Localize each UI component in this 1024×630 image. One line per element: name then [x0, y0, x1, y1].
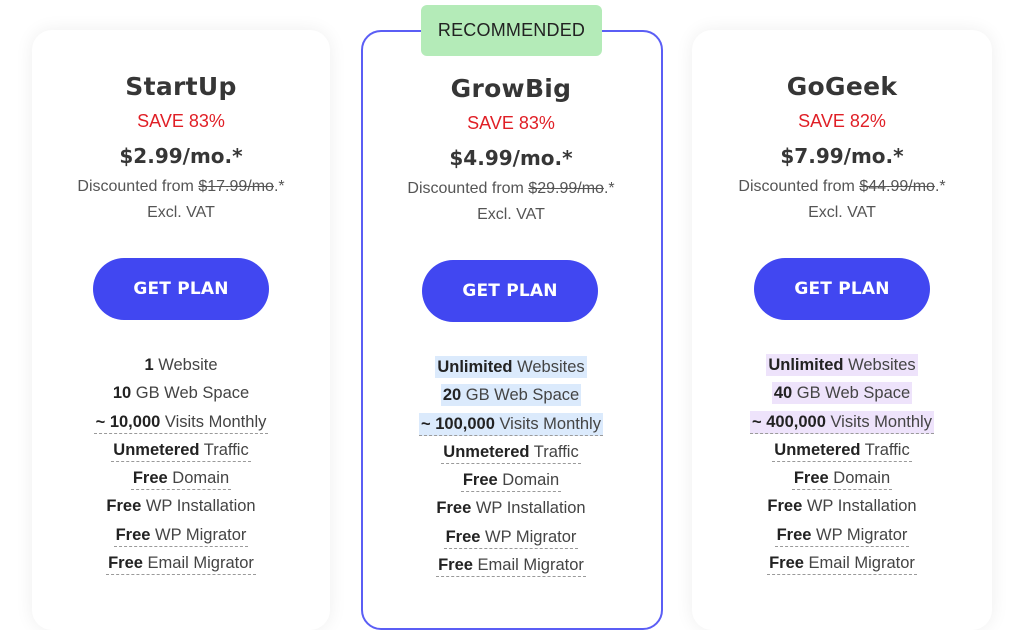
save-label: SAVE 83%: [467, 113, 555, 133]
plan-card-startup: StartUp SAVE 83% $2.99/mo.* Discounted f…: [32, 30, 330, 630]
feature-item: Unlimited Websites: [766, 354, 918, 376]
save-label: SAVE 82%: [798, 111, 886, 131]
recommended-badge: RECOMMENDED: [421, 5, 602, 56]
feature-item[interactable]: ~ 400,000 Visits Monthly: [692, 410, 992, 438]
vat-note: Excl. VAT: [477, 206, 545, 223]
feature-item: Free WP Installation: [106, 497, 256, 516]
discount-prefix: Discounted from: [738, 178, 860, 195]
feature-item[interactable]: Free Domain: [361, 468, 661, 496]
discount-suffix: .*: [934, 178, 946, 195]
get-plan-button-startup[interactable]: GET PLAN: [93, 258, 269, 320]
feature-list: Unlimited Websites 40 GB Web Space ~ 400…: [692, 353, 992, 579]
feature-item[interactable]: Free Domain: [692, 466, 992, 494]
feature-item[interactable]: Free WP Migrator: [32, 523, 330, 551]
original-price: $17.99/mo: [198, 178, 274, 195]
save-label: SAVE 83%: [137, 111, 225, 131]
feature-item[interactable]: Unmetered Traffic: [361, 440, 661, 468]
get-plan-button-growbig[interactable]: GET PLAN: [422, 260, 598, 322]
feature-item[interactable]: Free WP Migrator: [361, 525, 661, 553]
feature-item: 10 GB Web Space: [112, 384, 250, 403]
plan-price: $4.99/mo.*: [449, 146, 573, 170]
feature-item: Free WP Installation: [767, 497, 917, 516]
feature-item[interactable]: Unmetered Traffic: [32, 438, 330, 466]
plan-price: $2.99/mo.*: [119, 144, 243, 168]
plan-name: GrowBig: [450, 74, 572, 103]
plan-card-growbig: GrowBig SAVE 83% $4.99/mo.* Discounted f…: [361, 30, 663, 630]
feature-item: 1 Website: [144, 356, 218, 374]
feature-item[interactable]: Free Email Migrator: [32, 551, 330, 579]
feature-list: 1 Website 10 GB Web Space ~ 10,000 Visit…: [32, 353, 330, 579]
plan-name: StartUp: [125, 72, 237, 101]
feature-item[interactable]: Unmetered Traffic: [692, 438, 992, 466]
feature-item[interactable]: Free Domain: [32, 466, 330, 494]
feature-item[interactable]: ~ 10,000 Visits Monthly: [32, 410, 330, 438]
feature-item: 40 GB Web Space: [771, 382, 913, 405]
discount-note: Discounted from $44.99/mo.*: [692, 178, 992, 196]
feature-item: Free WP Installation: [436, 499, 586, 518]
discount-suffix: .*: [273, 178, 285, 195]
discount-suffix: .*: [603, 180, 615, 197]
feature-item: Unlimited Websites: [435, 356, 587, 378]
plan-name: GoGeek: [786, 72, 898, 101]
discount-prefix: Discounted from: [407, 180, 529, 197]
feature-item[interactable]: ~ 100,000 Visits Monthly: [361, 412, 661, 440]
discount-note: Discounted from $29.99/mo.*: [361, 180, 661, 198]
feature-item: 20 GB Web Space: [440, 384, 582, 407]
discount-note: Discounted from $17.99/mo.*: [32, 178, 330, 196]
original-price: $29.99/mo: [528, 180, 604, 197]
plan-price: $7.99/mo.*: [780, 144, 904, 168]
feature-list: Unlimited Websites 20 GB Web Space ~ 100…: [361, 355, 661, 581]
vat-note: Excl. VAT: [147, 204, 215, 221]
plan-card-gogeek: GoGeek SAVE 82% $7.99/mo.* Discounted fr…: [692, 30, 992, 630]
original-price: $44.99/mo: [859, 178, 935, 195]
feature-item[interactable]: Free WP Migrator: [692, 523, 992, 551]
feature-item[interactable]: Free Email Migrator: [692, 551, 992, 579]
discount-prefix: Discounted from: [77, 178, 199, 195]
vat-note: Excl. VAT: [808, 204, 876, 221]
feature-item[interactable]: Free Email Migrator: [361, 553, 661, 581]
get-plan-button-gogeek[interactable]: GET PLAN: [754, 258, 930, 320]
